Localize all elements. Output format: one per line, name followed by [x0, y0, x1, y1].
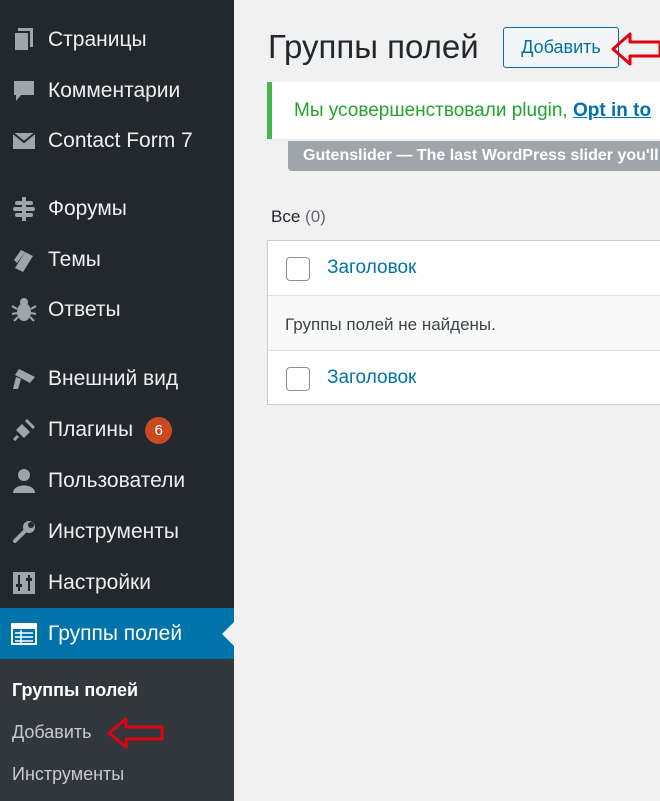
- sidebar-item-label: Ответы: [48, 298, 121, 321]
- sidebar-item-label: Форумы: [48, 197, 127, 220]
- topics-icon: [0, 248, 48, 272]
- sidebar-item-label: Пользователи: [48, 469, 186, 492]
- active-menu-pointer: [222, 621, 234, 646]
- select-all-checkbox-footer[interactable]: [286, 367, 310, 391]
- update-notice: Мы усовершенствовали plugin, Opt in to: [267, 82, 660, 139]
- replies-icon: [0, 298, 48, 322]
- filter-all-label[interactable]: Все: [271, 207, 300, 226]
- sidebar-item-pages[interactable]: Страницы: [0, 15, 234, 65]
- table-header-row: Заголовок: [268, 241, 660, 296]
- add-new-button[interactable]: Добавить: [503, 27, 619, 68]
- page-title: Группы полей: [268, 28, 479, 65]
- submenu-tools[interactable]: Инструменты: [12, 764, 124, 785]
- sidebar-item-users[interactable]: Пользователи: [0, 456, 234, 506]
- sidebar-item-label: Contact Form 7: [48, 129, 193, 152]
- update-count-badge: 6: [145, 416, 173, 444]
- sidebar-item-field-groups[interactable]: Группы полей: [0, 608, 234, 659]
- sidebar-item-label: Страницы: [48, 28, 147, 51]
- sidebar-item-label: Внешний вид: [48, 367, 179, 390]
- sidebar-item-comments[interactable]: Комментарии: [0, 66, 234, 116]
- sidebar-item-settings[interactable]: Настройки: [0, 558, 234, 608]
- promo-banner[interactable]: Gutenslider — The last WordPress slider …: [288, 141, 660, 171]
- mail-icon: [0, 132, 48, 150]
- title-column-header[interactable]: Заголовок: [327, 257, 416, 279]
- sidebar-item-tools[interactable]: Инструменты: [0, 507, 234, 557]
- field-groups-table: Заголовок Группы полей не найдены. Загол…: [267, 240, 660, 405]
- comments-icon: [0, 80, 48, 102]
- admin-sidebar: Страницы Комментарии Contact Form 7 Фору…: [0, 0, 234, 801]
- table-footer-row: Заголовок: [268, 350, 660, 405]
- sidebar-item-label: Темы: [48, 248, 101, 271]
- table-empty-row: Группы полей не найдены.: [268, 296, 660, 351]
- sidebar-item-label: Группы полей: [48, 621, 183, 645]
- title-column-footer[interactable]: Заголовок: [327, 367, 416, 389]
- empty-message: Группы полей не найдены.: [285, 315, 496, 334]
- tools-icon: [0, 520, 48, 544]
- settings-icon: [0, 571, 48, 595]
- sidebar-item-topics[interactable]: Темы: [0, 235, 234, 285]
- appearance-icon: [0, 367, 48, 391]
- submenu-field-groups[interactable]: Группы полей: [12, 680, 138, 701]
- users-icon: [0, 469, 48, 493]
- pages-icon: [0, 28, 48, 52]
- forums-icon: [0, 197, 48, 221]
- sidebar-item-label: Инструменты: [48, 520, 179, 543]
- sidebar-item-label: Комментарии: [48, 79, 181, 102]
- sidebar-item-forums[interactable]: Форумы: [0, 184, 234, 234]
- sidebar-item-label: Настройки: [48, 571, 151, 594]
- plugins-icon: [0, 418, 48, 442]
- filter-all-count: (0): [305, 207, 326, 226]
- annotation-arrow-icon: [611, 32, 660, 66]
- submenu-add-new[interactable]: Добавить: [12, 722, 92, 743]
- sidebar-item-contact-form[interactable]: Contact Form 7: [0, 116, 234, 166]
- sidebar-item-replies[interactable]: Ответы: [0, 285, 234, 335]
- select-all-checkbox[interactable]: [286, 257, 310, 281]
- notice-message: Мы усовершенствовали plugin,: [294, 100, 573, 121]
- filter-all[interactable]: Все (0): [271, 207, 326, 227]
- field-groups-icon: [0, 622, 48, 645]
- sidebar-item-appearance[interactable]: Внешний вид: [0, 354, 234, 404]
- sidebar-item-label: Плагины: [48, 418, 134, 441]
- sidebar-item-plugins[interactable]: Плагины 6: [0, 405, 234, 455]
- opt-in-link[interactable]: Opt in to: [573, 100, 651, 121]
- annotation-arrow-icon: [107, 717, 164, 749]
